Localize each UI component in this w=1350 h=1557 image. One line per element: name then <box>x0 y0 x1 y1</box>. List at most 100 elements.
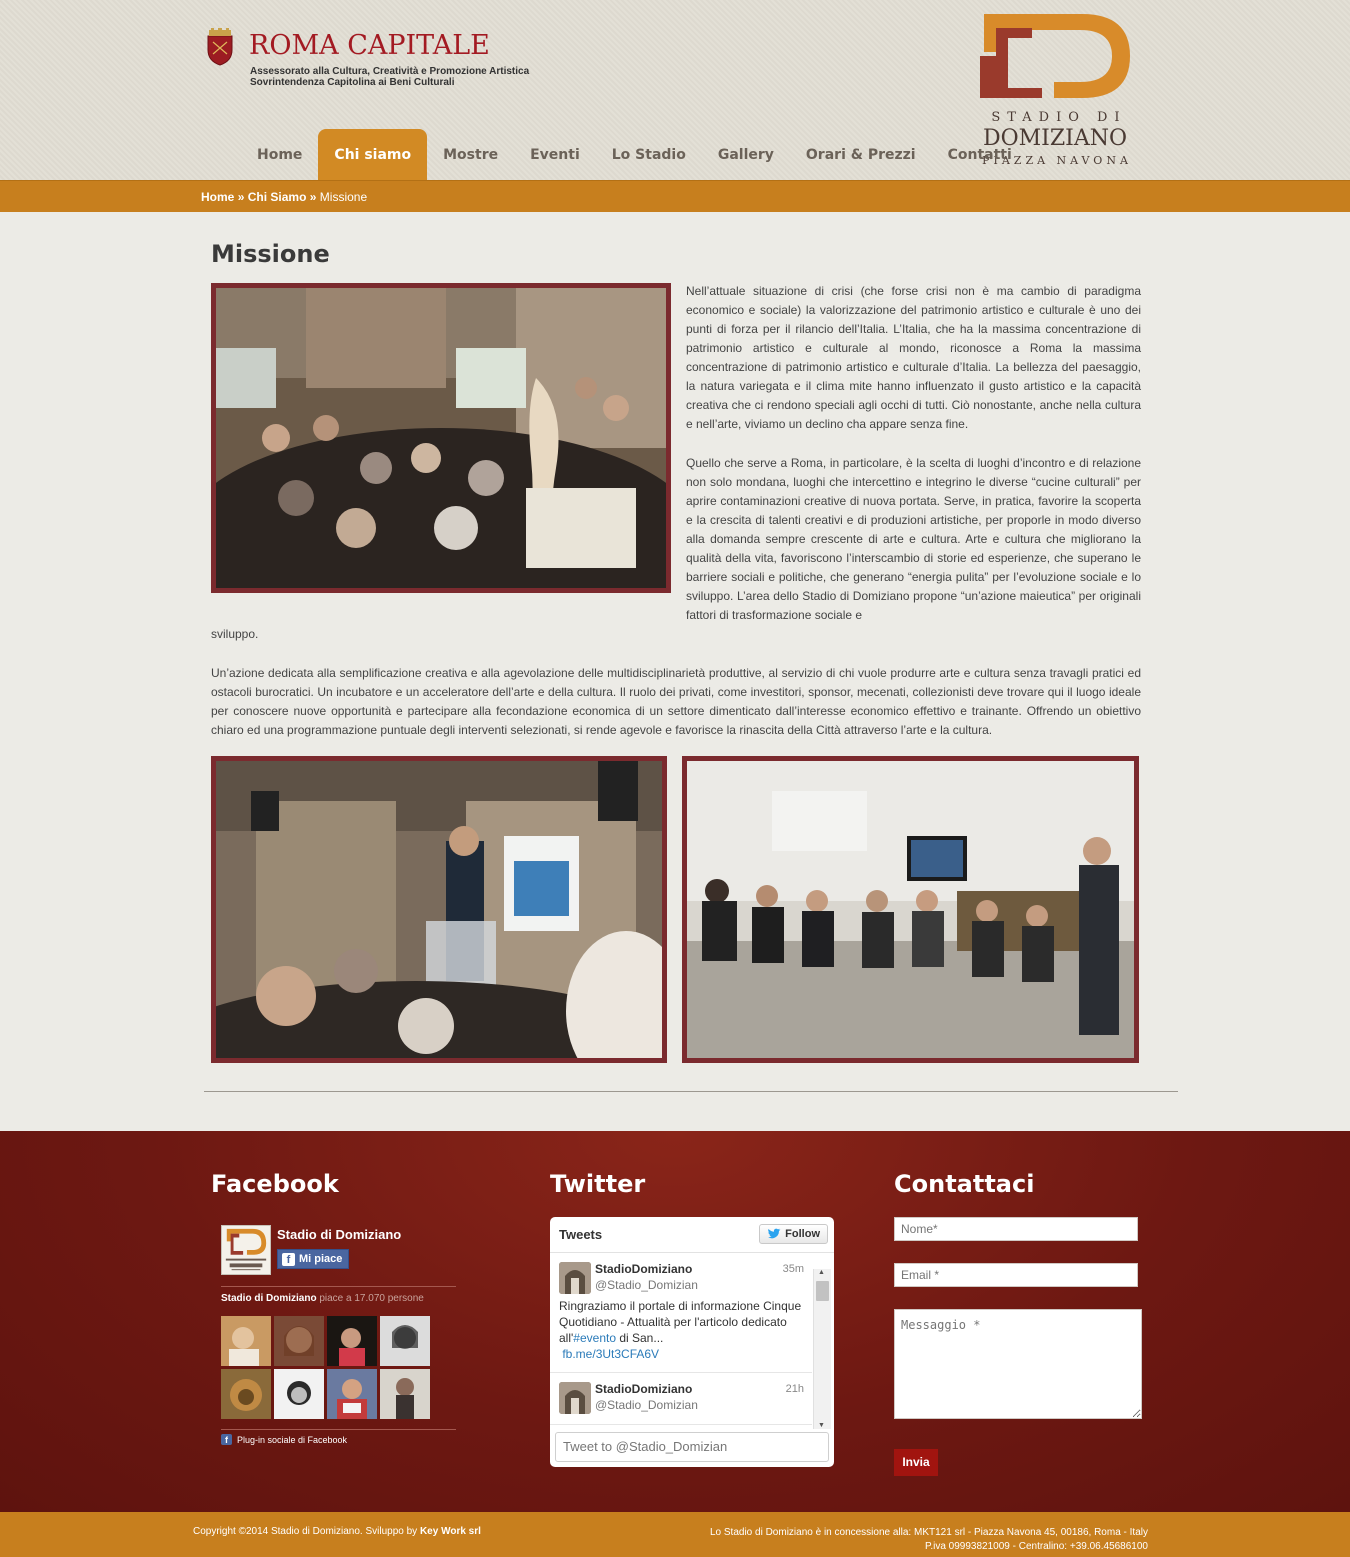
intro-paragraph-1: Nell’attuale situazione di crisi (che fo… <box>686 284 1141 431</box>
tweet-user[interactable]: StadioDomiziano <box>595 1382 804 1397</box>
stadio-logo-line-1: STADIO DI <box>991 110 1127 125</box>
copyright-text: Copyright ©2014 Stadio di Domiziano. Svi… <box>193 1526 481 1537</box>
nav-item-orari-prezzi[interactable]: Orari & Prezzi <box>790 129 932 180</box>
intro-paragraph-2: Quello che serve a Roma, in particolare,… <box>686 456 1141 622</box>
tweet-handle[interactable]: @Stadio_Domizian <box>595 1397 804 1414</box>
facebook-plugin-link[interactable]: f Plug-in sociale di Facebook <box>221 1434 347 1445</box>
roma-capitale-title: ROMA CAPITALE <box>249 30 490 61</box>
copyright-label: Copyright ©2014 Stadio di Domiziano. Svi… <box>193 1526 420 1537</box>
twitter-bird-icon <box>768 1228 781 1239</box>
twitter-follow-button[interactable]: Follow <box>759 1224 828 1244</box>
roma-capitale-logo[interactable]: ROMA CAPITALE Assessorato alla Cultura, … <box>205 26 529 96</box>
breadcrumb-separator: » <box>309 190 317 204</box>
intro-paragraph-3: Un’azione dedicata alla semplificazione … <box>211 666 1141 737</box>
nav-item-eventi[interactable]: Eventi <box>514 129 596 180</box>
roma-sub-line-1: Assessorato alla Cultura, Creatività e P… <box>250 66 530 77</box>
tweet-to-input[interactable]: Tweet to @Stadio_Domizian <box>555 1432 829 1462</box>
photo-speaker-podium <box>211 756 667 1063</box>
facebook-widget: Stadio di Domiziano f Mi piace Stadio di… <box>211 1215 461 1455</box>
scroll-up-arrow-icon[interactable]: ▲ <box>818 1269 825 1276</box>
contact-message-field[interactable] <box>894 1309 1142 1419</box>
facebook-divider <box>221 1286 456 1287</box>
fan-avatar[interactable] <box>380 1316 430 1366</box>
facebook-fan-faces <box>221 1316 433 1419</box>
nav-item-home[interactable]: Home <box>241 129 318 180</box>
twitter-follow-label: Follow <box>785 1228 820 1240</box>
fan-avatar[interactable] <box>380 1369 430 1419</box>
photo-conference-audience-image <box>216 288 666 588</box>
facebook-f-icon: f <box>282 1252 295 1266</box>
fan-avatar[interactable] <box>221 1369 271 1419</box>
facebook-plugin-label: Plug-in sociale di Facebook <box>237 1434 348 1445</box>
twitter-widget: Tweets Follow StadioDomiziano @Stadio_Do… <box>550 1217 834 1467</box>
photo-speaker-podium-image <box>216 761 662 1058</box>
page-title: Missione <box>211 240 330 268</box>
roma-crest-icon <box>207 28 233 66</box>
fan-avatar[interactable] <box>327 1316 377 1366</box>
facebook-divider <box>221 1429 456 1430</box>
facebook-count-page-name[interactable]: Stadio di Domiziano <box>221 1293 317 1304</box>
breadcrumb-home[interactable]: Home <box>201 190 234 204</box>
facebook-like-button[interactable]: f Mi piace <box>277 1249 350 1269</box>
tweet-link[interactable]: fb.me/3Ut3CFA6V <box>562 1347 659 1361</box>
photo-round-table <box>682 756 1139 1063</box>
facebook-like-label: Mi piace <box>299 1253 343 1265</box>
contact-submit-button[interactable]: Invia <box>894 1449 938 1476</box>
nav-item-contatti[interactable]: Contatti <box>932 129 1028 180</box>
facebook-f-small-icon: f <box>221 1434 232 1445</box>
breadcrumb-bar: Home » Chi Siamo » Missione <box>0 180 1350 212</box>
tweet-item[interactable]: StadioDomiziano @Stadio_Domizian 21h <box>550 1373 812 1425</box>
breadcrumb: Home » Chi Siamo » Missione <box>201 190 367 204</box>
facebook-like-count: Stadio di Domiziano piace a 17.070 perso… <box>221 1293 424 1304</box>
contact-name-field[interactable] <box>894 1217 1138 1241</box>
twitter-title: Twitter <box>550 1170 646 1198</box>
scroll-down-arrow-icon[interactable]: ▼ <box>818 1422 825 1429</box>
roma-capitale-subtitle: Assessorato alla Cultura, Creatività e P… <box>250 66 529 88</box>
developer-link[interactable]: Key Work srl <box>420 1526 481 1537</box>
facebook-page-name[interactable]: Stadio di Domiziano <box>277 1227 401 1242</box>
tweet-avatar[interactable] <box>559 1262 591 1294</box>
contact-title: Contattaci <box>894 1170 1035 1198</box>
twitter-tweets-title: Tweets <box>559 1227 603 1242</box>
tweet-handle[interactable]: @Stadio_Domizian <box>595 1277 804 1294</box>
nav-item-mostre[interactable]: Mostre <box>427 129 514 180</box>
facebook-page-logo[interactable] <box>221 1225 271 1275</box>
address-line-1: Lo Stadio di Domiziano è in concessione … <box>709 1527 1148 1538</box>
photo-conference-audience <box>211 283 671 593</box>
nav-item-chi-siamo[interactable]: Chi siamo <box>318 129 428 180</box>
twitter-feed[interactable]: StadioDomiziano @Stadio_Domizian 35m Rin… <box>550 1253 812 1429</box>
main-nav: Home Chi siamo Mostre Eventi Lo Stadio G… <box>241 129 1028 180</box>
tweet-time[interactable]: 35m <box>783 1263 804 1275</box>
scrollbar-thumb[interactable] <box>816 1281 829 1301</box>
tweet-hashtag[interactable]: #evento <box>573 1331 616 1345</box>
photo-round-table-image <box>687 761 1134 1058</box>
twitter-feed-scrollbar[interactable]: ▲ ▼ <box>813 1269 831 1429</box>
facebook-title: Facebook <box>211 1170 339 1198</box>
tweet-avatar-image <box>559 1382 591 1414</box>
nav-item-lo-stadio[interactable]: Lo Stadio <box>596 129 702 180</box>
tweet-item[interactable]: StadioDomiziano @Stadio_Domizian 35m Rin… <box>550 1253 812 1373</box>
intro-paragraph-2-tail: sviluppo. <box>211 627 259 641</box>
breadcrumb-separator: » <box>237 190 245 204</box>
twitter-widget-header: Tweets Follow <box>550 1217 834 1253</box>
site-header: ROMA CAPITALE Assessorato alla Cultura, … <box>0 0 1350 180</box>
tweet-avatar[interactable] <box>559 1382 591 1414</box>
address-line-2: P.iva 09993821009 - Centralino: +39.06.4… <box>924 1541 1148 1552</box>
tweet-user[interactable]: StadioDomiziano <box>595 1262 804 1277</box>
company-address: Lo Stadio di Domiziano è in concessione … <box>710 1526 1148 1554</box>
nav-item-gallery[interactable]: Gallery <box>702 129 790 180</box>
roma-sub-line-2: Sovrintendenza Capitolina ai Beni Cultur… <box>250 77 455 88</box>
tweet-text: Ringraziamo il portale di informazione C… <box>559 1298 804 1362</box>
fan-avatar[interactable] <box>274 1369 324 1419</box>
contact-email-field[interactable] <box>894 1263 1138 1287</box>
tweet-avatar-image <box>559 1262 591 1294</box>
fan-avatar[interactable] <box>221 1316 271 1366</box>
fan-avatar[interactable] <box>274 1316 324 1366</box>
stadio-d-monogram-icon <box>980 14 1130 98</box>
facebook-count-text: piace a 17.070 persone <box>316 1293 424 1304</box>
breadcrumb-current: Missione <box>319 190 368 204</box>
breadcrumb-chi-siamo[interactable]: Chi Siamo <box>248 190 307 204</box>
tweet-time[interactable]: 21h <box>786 1383 804 1395</box>
fan-avatar[interactable] <box>327 1369 377 1419</box>
content-separator <box>204 1091 1178 1092</box>
